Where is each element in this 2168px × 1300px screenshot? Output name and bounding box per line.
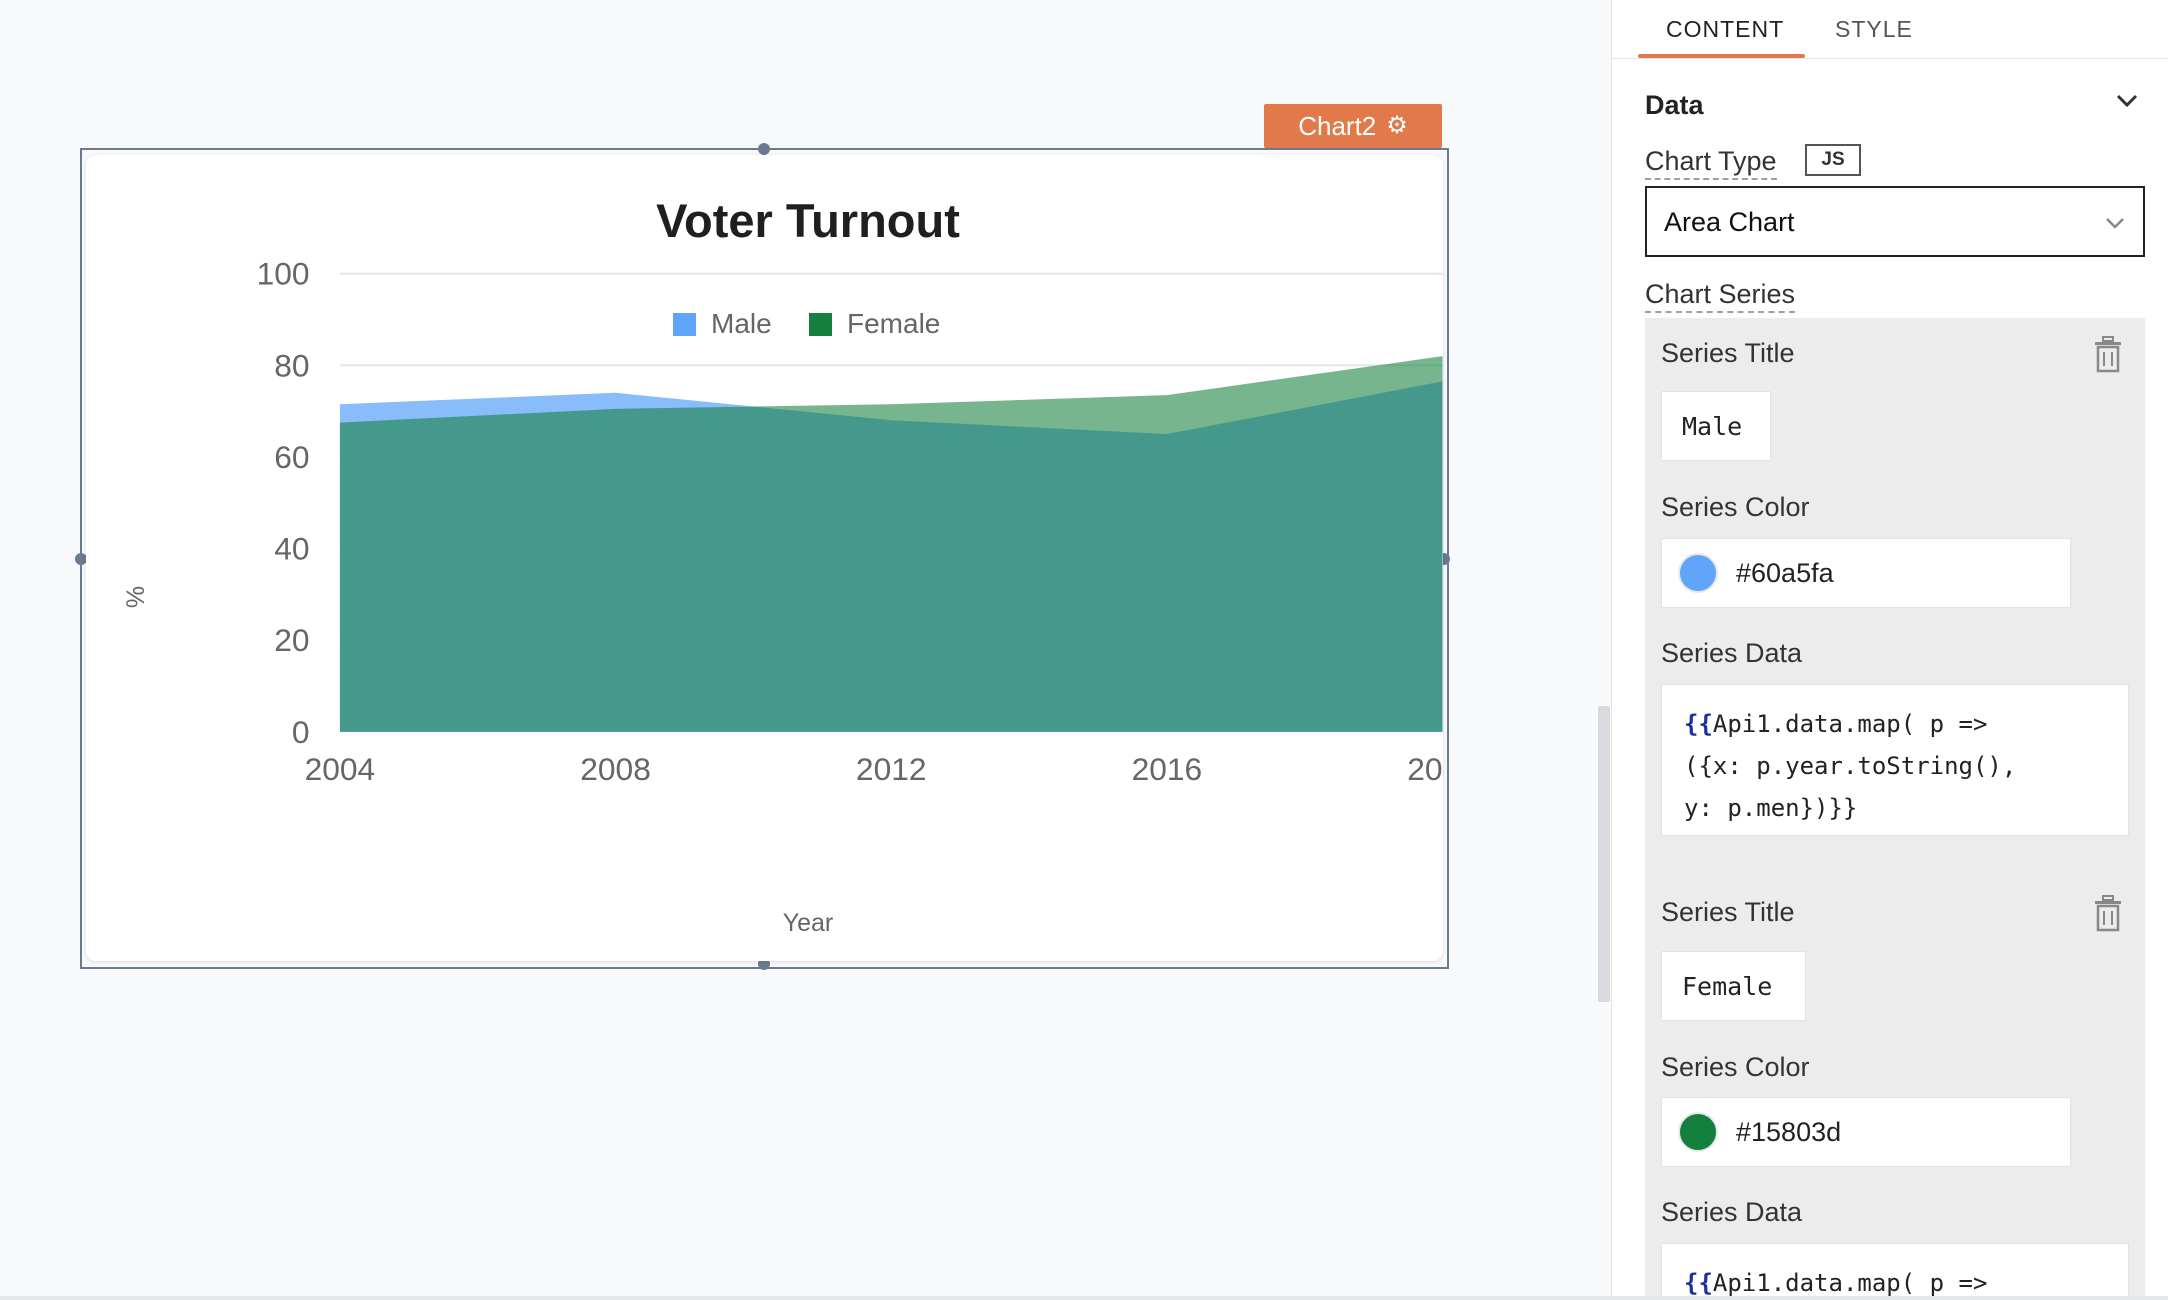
gear-icon[interactable]: ⚙ — [1386, 114, 1408, 138]
property-tabs: CONTENT STYLE — [1612, 0, 2168, 59]
series-color-input[interactable]: #15803d — [1661, 1097, 2071, 1167]
x-tick-label: 2004 — [305, 751, 376, 787]
trash-icon[interactable] — [2091, 895, 2125, 933]
series-title-input[interactable]: Male — [1661, 391, 1771, 461]
property-pane: CONTENT STYLE Data Chart Type JS Area Ch… — [1611, 0, 2168, 1300]
y-tick-label: 80 — [274, 347, 309, 383]
trash-icon[interactable] — [2091, 336, 2125, 374]
pane-scrollbar[interactable] — [1598, 706, 1610, 1002]
x-axis-ticks: 2004 2008 2012 2016 2020 — [305, 751, 1443, 787]
series-title-label: Series Title — [1661, 897, 1795, 927]
widget-name: Chart2 — [1298, 110, 1377, 141]
x-tick-label: 2012 — [856, 751, 927, 787]
chart-areas — [339, 356, 1443, 732]
series-title-label: Series Title — [1661, 338, 1795, 368]
editor-canvas: Chart2 ⚙ Voter Turnout Male Female 0 20 40… — [0, 0, 1526, 1300]
y-tick-label: 60 — [274, 439, 309, 475]
chart-series-label: Chart Series — [1645, 279, 1796, 313]
resize-handle-top[interactable] — [758, 143, 770, 155]
y-tick-label: 100 — [257, 256, 310, 292]
code-line-1: Api1.data.map( p => — [1712, 1269, 1988, 1297]
series-data-editor[interactable]: {{Api1.data.map( p => — [1661, 1243, 2129, 1300]
chart-title: Voter Turnout — [656, 194, 960, 247]
code-line-3: y: p.men})}} — [1684, 794, 1858, 822]
y-tick-label: 40 — [274, 531, 309, 567]
legend-label-female: Female — [847, 308, 940, 339]
bottom-border — [0, 1296, 2168, 1300]
chart-type-select[interactable]: Area Chart — [1645, 186, 2145, 257]
series-color-label: Series Color — [1661, 1052, 1810, 1082]
js-toggle-button[interactable]: JS — [1805, 144, 1861, 176]
series-color-value: #15803d — [1736, 1116, 1842, 1147]
y-tick-label: 0 — [292, 714, 310, 750]
series-color-label: Series Color — [1661, 492, 1810, 522]
widget-name-tag[interactable]: Chart2 ⚙ — [1264, 104, 1442, 148]
series-data-label: Series Data — [1661, 638, 1803, 668]
series-color-input[interactable]: #60a5fa — [1661, 538, 2071, 608]
y-axis-ticks: 0 20 40 60 80 100 — [257, 256, 310, 750]
series-data-label: Series Data — [1661, 1197, 1803, 1227]
active-tab-indicator — [1638, 54, 1805, 58]
chart-type-value: Area Chart — [1664, 207, 1795, 237]
area-chart: Voter Turnout Male Female 0 20 40 60 80 100 2… — [122, 194, 1443, 937]
x-tick-label: 2016 — [1132, 751, 1203, 787]
legend-swatch-male — [673, 313, 696, 336]
x-tick-label: 2008 — [580, 751, 651, 787]
series-title-input[interactable]: Female — [1661, 951, 1806, 1021]
y-axis-label: % — [122, 586, 150, 608]
chevron-down-icon — [2106, 218, 2124, 229]
x-tick-label: 2020 — [1407, 751, 1443, 787]
code-line-1: Api1.data.map( p => — [1712, 710, 1988, 738]
chart-series-panel: Series Title Male Series Color #60a5fa S… — [1645, 318, 2145, 1300]
tab-style[interactable]: STYLE — [1835, 16, 1913, 43]
chart-type-label: Chart Type — [1645, 146, 1777, 180]
x-axis-label: Year — [783, 909, 834, 937]
chart-legend: Male Female — [673, 308, 940, 339]
color-swatch[interactable] — [1678, 1112, 1718, 1152]
color-swatch[interactable] — [1678, 553, 1718, 593]
chevron-down-icon[interactable] — [2112, 86, 2142, 116]
y-tick-label: 20 — [274, 622, 309, 658]
code-line-2: ({x: p.year.toString(), — [1684, 752, 2017, 780]
tab-content[interactable]: CONTENT — [1666, 16, 1784, 43]
chart-widget[interactable]: Voter Turnout Male Female 0 20 40 60 80 100 2… — [86, 155, 1443, 961]
legend-label-male: Male — [711, 308, 772, 339]
section-title-data[interactable]: Data — [1645, 90, 1704, 121]
series-data-editor[interactable]: {{Api1.data.map( p => ({x: p.year.toStri… — [1661, 684, 2129, 836]
legend-swatch-female — [809, 313, 832, 336]
series-color-value: #60a5fa — [1736, 557, 1834, 588]
